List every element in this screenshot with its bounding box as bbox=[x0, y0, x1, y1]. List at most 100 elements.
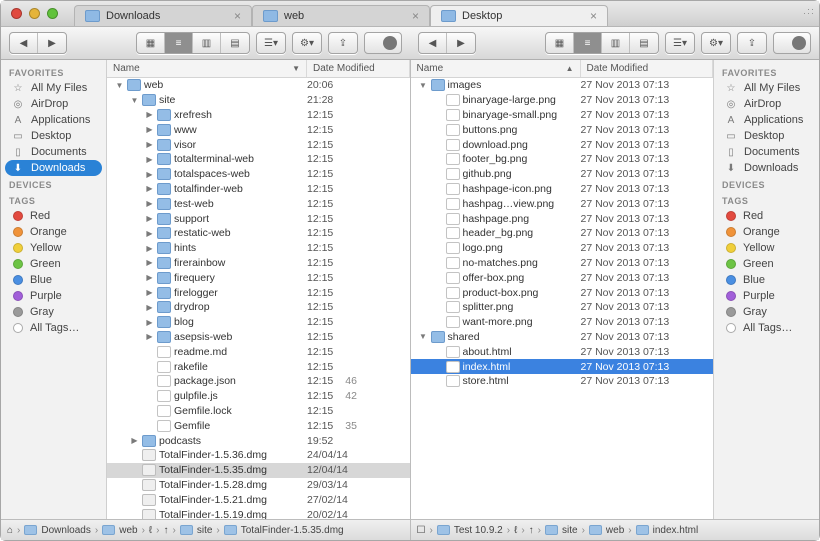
sidebar-item[interactable]: ⬇Downloads bbox=[714, 160, 819, 176]
close-tab-icon[interactable]: × bbox=[234, 10, 241, 22]
tag-item[interactable]: Yellow bbox=[1, 240, 106, 256]
disclosure-icon[interactable]: ▶ bbox=[145, 318, 154, 327]
arrange-menu[interactable]: ☰▾ bbox=[665, 32, 695, 54]
action-menu[interactable]: ⚙▾ bbox=[292, 32, 322, 54]
tag-item[interactable]: Blue bbox=[714, 272, 819, 288]
list-view-button[interactable]: ≡ bbox=[574, 33, 602, 53]
sidebar-item[interactable]: ⬇Downloads bbox=[5, 160, 102, 176]
sidebar-item[interactable]: AApplications bbox=[1, 112, 106, 128]
file-row[interactable]: ▶restatic-web12:15 bbox=[107, 226, 410, 241]
disclosure-icon[interactable]: ▶ bbox=[145, 303, 154, 312]
disclosure-icon[interactable]: ▶ bbox=[145, 244, 154, 253]
file-row[interactable]: gulpfile.js12:1542 bbox=[107, 389, 410, 404]
forward-button[interactable]: ▶ bbox=[38, 33, 66, 53]
path-segment[interactable]: Downloads bbox=[41, 525, 90, 536]
tag-item[interactable]: Purple bbox=[1, 288, 106, 304]
tag-item[interactable]: Orange bbox=[1, 224, 106, 240]
action-menu[interactable]: ⚙▾ bbox=[701, 32, 731, 54]
file-row[interactable]: splitter.png27 Nov 2013 07:13 bbox=[411, 300, 714, 315]
file-row[interactable]: TotalFinder-1.5.36.dmg24/04/14 bbox=[107, 448, 410, 463]
tag-item[interactable]: Purple bbox=[714, 288, 819, 304]
file-row[interactable]: TotalFinder-1.5.35.dmg12/04/14 bbox=[107, 463, 410, 478]
sidebar-item[interactable]: ▯Documents bbox=[714, 144, 819, 160]
file-row[interactable]: Gemfile.lock12:15 bbox=[107, 404, 410, 419]
forward-button[interactable]: ▶ bbox=[447, 33, 475, 53]
disclosure-icon[interactable]: ▶ bbox=[145, 110, 154, 119]
file-row[interactable]: ▶www12:15 bbox=[107, 122, 410, 137]
tag-item[interactable]: Yellow bbox=[714, 240, 819, 256]
tag-item[interactable]: All Tags… bbox=[1, 320, 106, 336]
file-row[interactable]: rakefile12:15 bbox=[107, 359, 410, 374]
share-button[interactable]: ⇪ bbox=[737, 32, 767, 54]
file-row[interactable]: binaryage-large.png27 Nov 2013 07:13 bbox=[411, 93, 714, 108]
file-row[interactable]: ▶firelogger12:15 bbox=[107, 285, 410, 300]
file-row[interactable]: github.png27 Nov 2013 07:13 bbox=[411, 167, 714, 182]
file-row[interactable]: ▶support12:15 bbox=[107, 211, 410, 226]
tab[interactable]: Desktop× bbox=[430, 5, 608, 26]
column-view-button[interactable]: ▥ bbox=[193, 33, 221, 53]
disclosure-icon[interactable]: ▼ bbox=[115, 81, 124, 90]
share-button[interactable]: ⇪ bbox=[328, 32, 358, 54]
disclosure-icon[interactable]: ▼ bbox=[130, 96, 139, 105]
tab[interactable]: web× bbox=[252, 5, 430, 26]
path-segment[interactable]: index.html bbox=[653, 525, 699, 536]
file-row[interactable]: hashpage-icon.png27 Nov 2013 07:13 bbox=[411, 182, 714, 197]
file-row[interactable]: TotalFinder-1.5.19.dmg20/02/14 bbox=[107, 507, 410, 519]
close-tab-icon[interactable]: × bbox=[590, 10, 597, 22]
file-row[interactable]: ▶asepsis-web12:15 bbox=[107, 330, 410, 345]
file-row[interactable]: ▼images27 Nov 2013 07:13 bbox=[411, 78, 714, 93]
coverflow-view-button[interactable]: ▤ bbox=[221, 33, 249, 53]
file-row[interactable]: ▶firequery12:15 bbox=[107, 270, 410, 285]
file-row[interactable]: ▶totalfinder-web12:15 bbox=[107, 182, 410, 197]
back-button[interactable]: ◀ bbox=[419, 33, 447, 53]
dual-mode-toggle[interactable] bbox=[773, 32, 811, 54]
column-header-date[interactable]: Date Modified bbox=[307, 60, 410, 77]
file-row[interactable]: product-box.png27 Nov 2013 07:13 bbox=[411, 285, 714, 300]
icon-view-button[interactable]: ▦ bbox=[137, 33, 165, 53]
file-row[interactable]: ▶test-web12:15 bbox=[107, 196, 410, 211]
list-view-button[interactable]: ≡ bbox=[165, 33, 193, 53]
file-row[interactable]: header_bg.png27 Nov 2013 07:13 bbox=[411, 226, 714, 241]
disclosure-icon[interactable]: ▶ bbox=[145, 199, 154, 208]
tag-item[interactable]: Green bbox=[714, 256, 819, 272]
icon-view-button[interactable]: ▦ bbox=[546, 33, 574, 53]
tag-item[interactable]: Gray bbox=[714, 304, 819, 320]
arrange-menu[interactable]: ☰▾ bbox=[256, 32, 286, 54]
file-row[interactable]: binaryage-small.png27 Nov 2013 07:13 bbox=[411, 108, 714, 123]
path-bar-right[interactable]: ☐›Test 10.9.2›ℓ›↑›site›web›index.html bbox=[411, 520, 820, 540]
file-row[interactable]: logo.png27 Nov 2013 07:13 bbox=[411, 241, 714, 256]
disclosure-icon[interactable]: ▼ bbox=[419, 81, 428, 90]
file-row[interactable]: ▶podcasts19:52 bbox=[107, 433, 410, 448]
file-row[interactable]: no-matches.png27 Nov 2013 07:13 bbox=[411, 256, 714, 271]
path-bar-left[interactable]: ⌂›Downloads›web›ℓ›↑›site›TotalFinder-1.5… bbox=[1, 520, 411, 540]
sidebar-item[interactable]: ◎AirDrop bbox=[714, 96, 819, 112]
tag-item[interactable]: Red bbox=[1, 208, 106, 224]
sidebar-item[interactable]: ▭Desktop bbox=[1, 128, 106, 144]
sidebar-item[interactable]: ☆All My Files bbox=[714, 80, 819, 96]
disclosure-icon[interactable]: ▶ bbox=[145, 184, 154, 193]
tag-item[interactable]: Orange bbox=[714, 224, 819, 240]
coverflow-view-button[interactable]: ▤ bbox=[630, 33, 658, 53]
disclosure-icon[interactable]: ▶ bbox=[145, 288, 154, 297]
disclosure-icon[interactable]: ▶ bbox=[145, 273, 154, 282]
path-segment[interactable]: web bbox=[119, 525, 137, 536]
file-row[interactable]: ▶drydrop12:15 bbox=[107, 300, 410, 315]
file-rows-left[interactable]: ▼web20:06▼site21:28▶xrefresh12:15▶www12:… bbox=[107, 78, 410, 519]
file-row[interactable]: ▼shared27 Nov 2013 07:13 bbox=[411, 330, 714, 345]
file-row[interactable]: ▶blog12:15 bbox=[107, 315, 410, 330]
file-row[interactable]: TotalFinder-1.5.21.dmg27/02/14 bbox=[107, 492, 410, 507]
disclosure-icon[interactable]: ▶ bbox=[145, 258, 154, 267]
disclosure-icon[interactable]: ▶ bbox=[145, 229, 154, 238]
file-row[interactable]: want-more.png27 Nov 2013 07:13 bbox=[411, 315, 714, 330]
disclosure-icon[interactable]: ▶ bbox=[145, 140, 154, 149]
sidebar-item[interactable]: ◎AirDrop bbox=[1, 96, 106, 112]
file-row[interactable]: ▼site21:28 bbox=[107, 93, 410, 108]
tag-item[interactable]: Blue bbox=[1, 272, 106, 288]
file-row[interactable]: buttons.png27 Nov 2013 07:13 bbox=[411, 122, 714, 137]
file-row[interactable]: index.html27 Nov 2013 07:13 bbox=[411, 359, 714, 374]
disclosure-icon[interactable]: ▶ bbox=[130, 436, 139, 445]
file-row[interactable]: hashpag…view.png27 Nov 2013 07:13 bbox=[411, 196, 714, 211]
tag-item[interactable]: All Tags… bbox=[714, 320, 819, 336]
path-segment[interactable]: site bbox=[197, 525, 213, 536]
tab[interactable]: Downloads× bbox=[74, 5, 252, 26]
